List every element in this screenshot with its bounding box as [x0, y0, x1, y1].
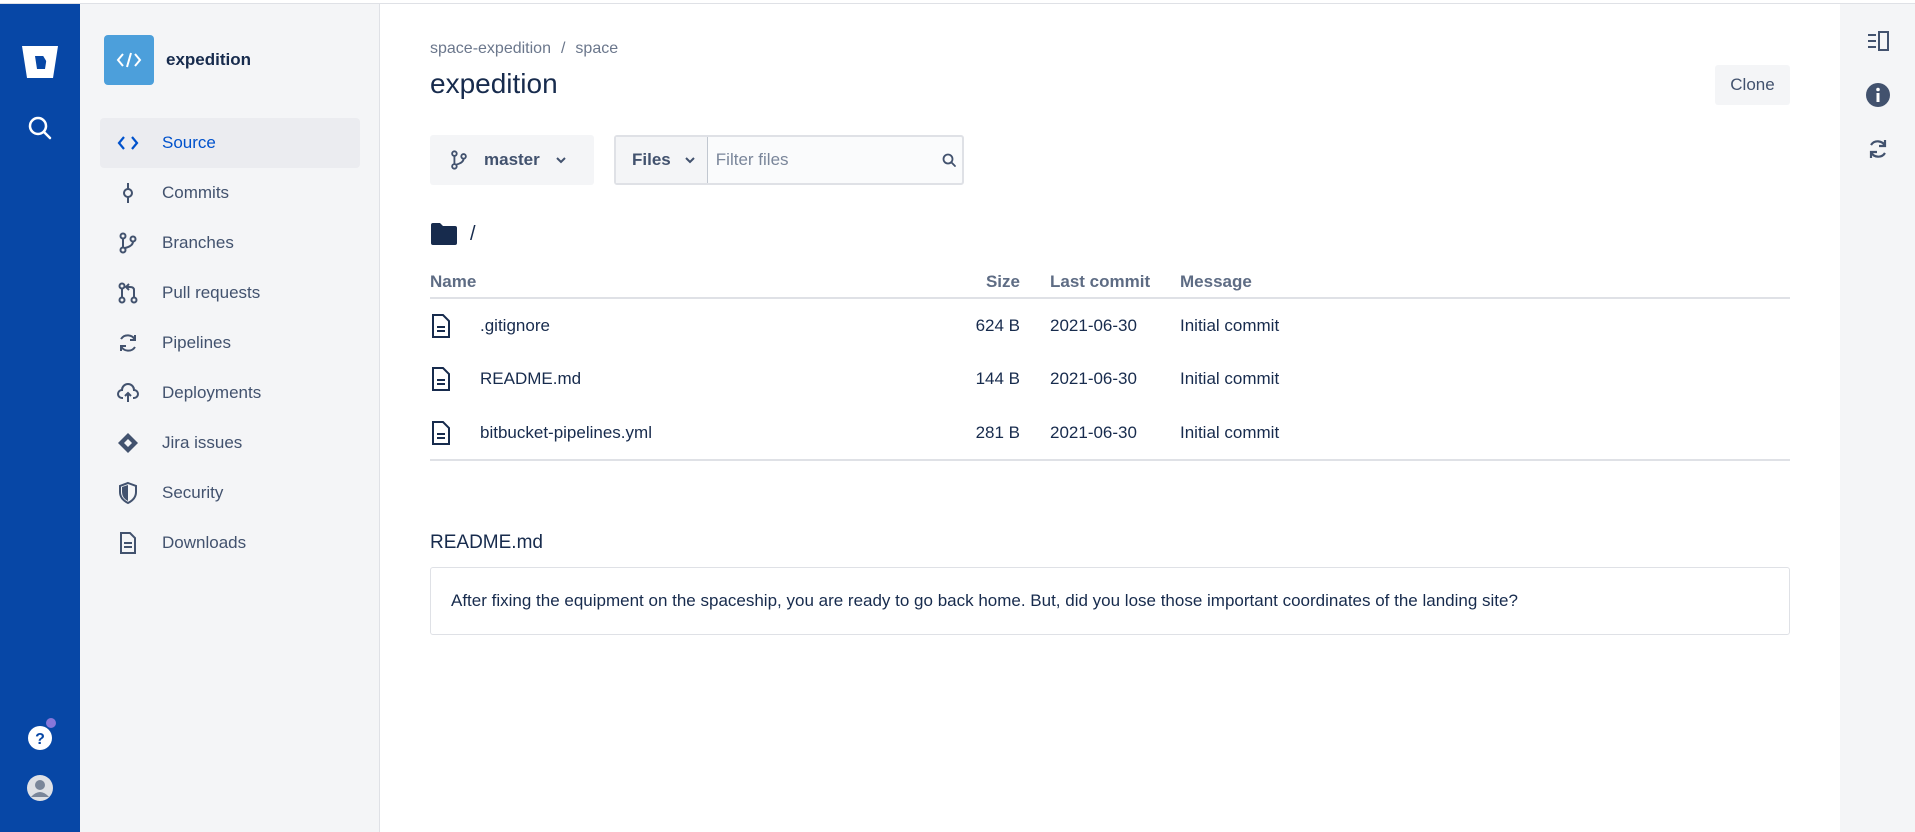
file-size: 281 B	[950, 406, 1020, 461]
file-icon	[432, 313, 450, 338]
file-last-commit: 2021-06-30	[1050, 369, 1137, 388]
file-size: 624 B	[975, 315, 1020, 335]
sidebar-item-downloads[interactable]: Downloads	[100, 518, 360, 568]
repo-name: expedition	[166, 50, 252, 69]
table-header: Name Size Last commit Message	[430, 266, 1790, 299]
sidebar-item-label: Security	[162, 483, 224, 502]
info-icon[interactable]	[1865, 82, 1891, 108]
file-size: 144 B	[975, 369, 1020, 388]
column-header-message[interactable]: Message	[1180, 266, 1790, 299]
breadcrumb: space-expedition / space	[430, 40, 618, 58]
file-filter: Files	[614, 135, 964, 185]
document-icon	[116, 531, 140, 555]
sidebar-item-branches[interactable]: Branches	[100, 218, 360, 268]
branch-name: master	[484, 150, 540, 169]
sidebar-item-label: Pull requests	[162, 283, 261, 302]
file-icon	[432, 367, 450, 391]
file-message[interactable]: Initial commit	[1180, 298, 1790, 352]
clone-button[interactable]: Clone	[1715, 65, 1790, 105]
file-name-link[interactable]: bitbucket-pipelines.yml	[480, 423, 652, 443]
sidebar-item-security[interactable]: Security	[100, 468, 360, 518]
branch-icon	[116, 231, 140, 255]
chevron-down-icon	[556, 157, 566, 164]
sidebar-item-source[interactable]: Source	[100, 118, 360, 168]
file-last-commit: 2021-06-30	[1050, 315, 1137, 335]
column-header-name[interactable]: Name	[430, 266, 950, 299]
user-avatar-icon[interactable]	[24, 772, 56, 804]
sidebar-item-deployments[interactable]: Deployments	[100, 368, 360, 418]
sidebar-item-label: Jira issues	[162, 433, 243, 452]
branch-icon	[451, 150, 467, 170]
file-table: Name Size Last commit Message .gitignore…	[430, 266, 1790, 461]
sidebar-item-jira-issues[interactable]: Jira issues	[100, 418, 360, 468]
file-icon	[432, 420, 450, 445]
files-dropdown[interactable]: Files	[616, 137, 708, 183]
sidebar-item-label: Downloads	[162, 533, 247, 552]
jira-icon	[116, 431, 140, 455]
project-sidebar: expedition Source Commits Branches Pull …	[80, 4, 380, 832]
notification-dot	[46, 718, 56, 728]
sidebar-item-commits[interactable]: Commits	[100, 168, 360, 218]
search-icon[interactable]	[937, 152, 962, 168]
global-nav: ?	[0, 4, 80, 832]
breadcrumb-item-workspace[interactable]: space-expedition	[430, 40, 551, 57]
main-content: space-expedition / space expedition Clone …	[380, 4, 1840, 832]
repo-header[interactable]: expedition	[104, 35, 251, 85]
sidebar-nav: Source Commits Branches Pull requests Pi…	[100, 118, 360, 568]
svg-text:?: ?	[35, 731, 45, 748]
bitbucket-logo-icon[interactable]	[20, 42, 60, 82]
file-name-link[interactable]: .gitignore	[480, 316, 550, 336]
pull-request-icon	[116, 281, 140, 305]
sidebar-item-label: Commits	[162, 183, 230, 202]
readme-text: After fixing the equipment on the spaces…	[451, 591, 1518, 610]
table-row[interactable]: bitbucket-pipelines.yml 281 B 2021-06-30…	[430, 406, 1790, 461]
right-rail	[1840, 4, 1915, 832]
refresh-icon	[116, 331, 140, 355]
folder-icon	[431, 223, 457, 245]
sync-icon[interactable]	[1865, 136, 1891, 162]
cloud-upload-icon	[116, 381, 140, 405]
table-row[interactable]: README.md 144 B 2021-06-30 Initial commi…	[430, 352, 1790, 406]
sidebar-item-pipelines[interactable]: Pipelines	[100, 318, 360, 368]
column-header-last-commit[interactable]: Last commit	[1020, 266, 1180, 299]
breadcrumb-separator: /	[560, 40, 566, 57]
file-message[interactable]: Initial commit	[1180, 352, 1790, 406]
page-title: expedition	[430, 68, 558, 99]
sidebar-item-label: Source	[162, 133, 216, 152]
filter-files-input[interactable]	[707, 137, 937, 183]
current-path: /	[430, 222, 476, 246]
breadcrumb-item-project[interactable]: space	[575, 40, 618, 57]
file-name-link[interactable]: README.md	[480, 369, 581, 389]
sidebar-item-pull-requests[interactable]: Pull requests	[100, 268, 360, 318]
table-row[interactable]: .gitignore 624 B 2021-06-30 Initial comm…	[430, 298, 1790, 352]
branch-selector[interactable]: master	[430, 135, 594, 185]
sidebar-item-label: Deployments	[162, 383, 262, 402]
column-header-size[interactable]: Size	[950, 266, 1020, 299]
chevron-down-icon	[685, 157, 695, 164]
sidebar-item-label: Branches	[162, 233, 234, 252]
shield-icon	[116, 481, 140, 505]
code-icon	[116, 131, 140, 155]
path-text: /	[470, 222, 476, 245]
file-last-commit: 2021-06-30	[1020, 406, 1180, 461]
files-dropdown-label: Files	[632, 150, 671, 169]
readme-content: After fixing the equipment on the spaces…	[430, 567, 1790, 635]
sidebar-item-label: Pipelines	[162, 333, 231, 352]
sidebar-toggle-icon[interactable]	[1865, 28, 1891, 54]
search-icon[interactable]	[24, 112, 56, 144]
file-message[interactable]: Initial commit	[1180, 406, 1790, 461]
readme-title: README.md	[430, 532, 543, 553]
commit-icon	[116, 181, 140, 205]
code-icon	[104, 35, 154, 85]
